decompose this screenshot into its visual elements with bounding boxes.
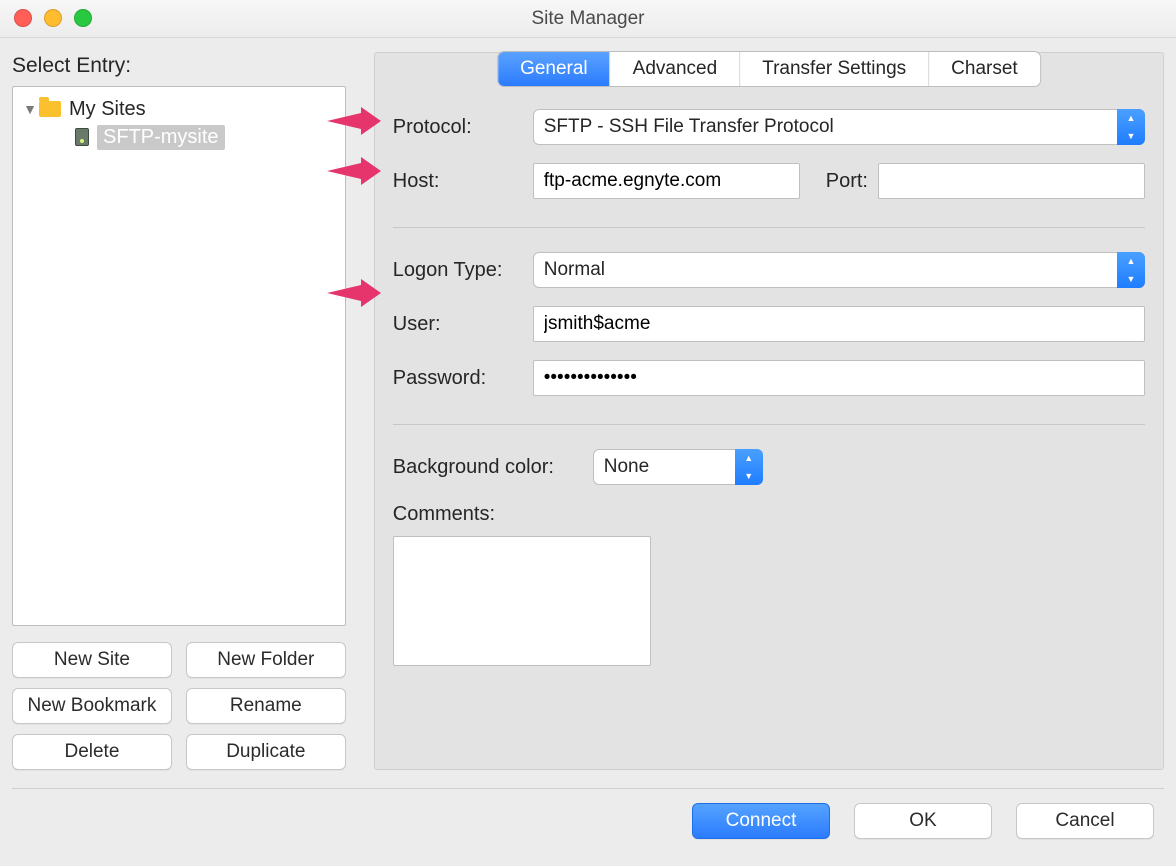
settings-tabs: General Advanced Transfer Settings Chars… (497, 51, 1041, 87)
tab-transfer[interactable]: Transfer Settings (740, 52, 929, 86)
ok-button[interactable]: OK (854, 803, 992, 839)
divider (393, 227, 1145, 228)
protocol-select[interactable]: SFTP - SSH File Transfer Protocol ▲▼ (533, 109, 1145, 145)
tree-item-label: SFTP-mysite (97, 125, 225, 150)
delete-button[interactable]: Delete (12, 734, 172, 770)
site-manager-window: Site Manager Select Entry: ▼ My Sites SF… (0, 0, 1176, 866)
port-label: Port: (826, 170, 868, 193)
select-entry-label: Select Entry: (12, 54, 346, 78)
protocol-value: SFTP - SSH File Transfer Protocol (544, 116, 834, 138)
tab-advanced[interactable]: Advanced (611, 52, 741, 86)
tree-item-sftp-mysite[interactable]: SFTP-mysite (75, 123, 337, 151)
tab-charset[interactable]: Charset (929, 52, 1040, 86)
window-controls (14, 9, 92, 27)
rename-button[interactable]: Rename (186, 688, 346, 724)
titlebar: Site Manager (0, 0, 1176, 38)
server-icon (75, 128, 89, 146)
divider (393, 424, 1145, 425)
comments-label: Comments: (393, 503, 1145, 526)
minimize-window-button[interactable] (44, 9, 62, 27)
chevron-down-icon[interactable]: ▼ (21, 101, 39, 117)
new-folder-button[interactable]: New Folder (186, 642, 346, 678)
stepper-icon: ▲▼ (1117, 252, 1145, 288)
duplicate-button[interactable]: Duplicate (186, 734, 346, 770)
user-input[interactable] (533, 306, 1145, 342)
zoom-window-button[interactable] (74, 9, 92, 27)
logon-type-label: Logon Type: (393, 259, 533, 282)
settings-panel: General Advanced Transfer Settings Chars… (374, 52, 1164, 770)
new-site-button[interactable]: New Site (12, 642, 172, 678)
folder-icon (39, 101, 61, 117)
user-label: User: (393, 313, 533, 336)
site-tree[interactable]: ▼ My Sites SFTP-mysite (12, 86, 346, 626)
host-input[interactable] (533, 163, 800, 199)
entry-sidebar: Select Entry: ▼ My Sites SFTP-mysite New… (12, 52, 346, 770)
bg-color-select[interactable]: None ▲▼ (593, 449, 763, 485)
bg-color-value: None (604, 456, 649, 478)
logon-type-value: Normal (544, 259, 605, 281)
connect-button[interactable]: Connect (692, 803, 830, 839)
tab-general[interactable]: General (498, 52, 611, 86)
cancel-button[interactable]: Cancel (1016, 803, 1154, 839)
stepper-icon: ▲▼ (1117, 109, 1145, 145)
password-label: Password: (393, 367, 533, 390)
stepper-icon: ▲▼ (735, 449, 763, 485)
tree-root-my-sites[interactable]: ▼ My Sites (21, 95, 337, 123)
protocol-label: Protocol: (393, 116, 533, 139)
tree-root-label: My Sites (69, 98, 146, 121)
port-input[interactable] (878, 163, 1145, 199)
close-window-button[interactable] (14, 9, 32, 27)
window-title: Site Manager (531, 8, 644, 30)
password-input[interactable] (533, 360, 1145, 396)
comments-textarea[interactable] (393, 536, 651, 666)
host-label: Host: (393, 170, 533, 193)
bg-color-label: Background color: (393, 456, 593, 479)
logon-type-select[interactable]: Normal ▲▼ (533, 252, 1145, 288)
new-bookmark-button[interactable]: New Bookmark (12, 688, 172, 724)
dialog-footer: Connect OK Cancel (0, 789, 1176, 839)
